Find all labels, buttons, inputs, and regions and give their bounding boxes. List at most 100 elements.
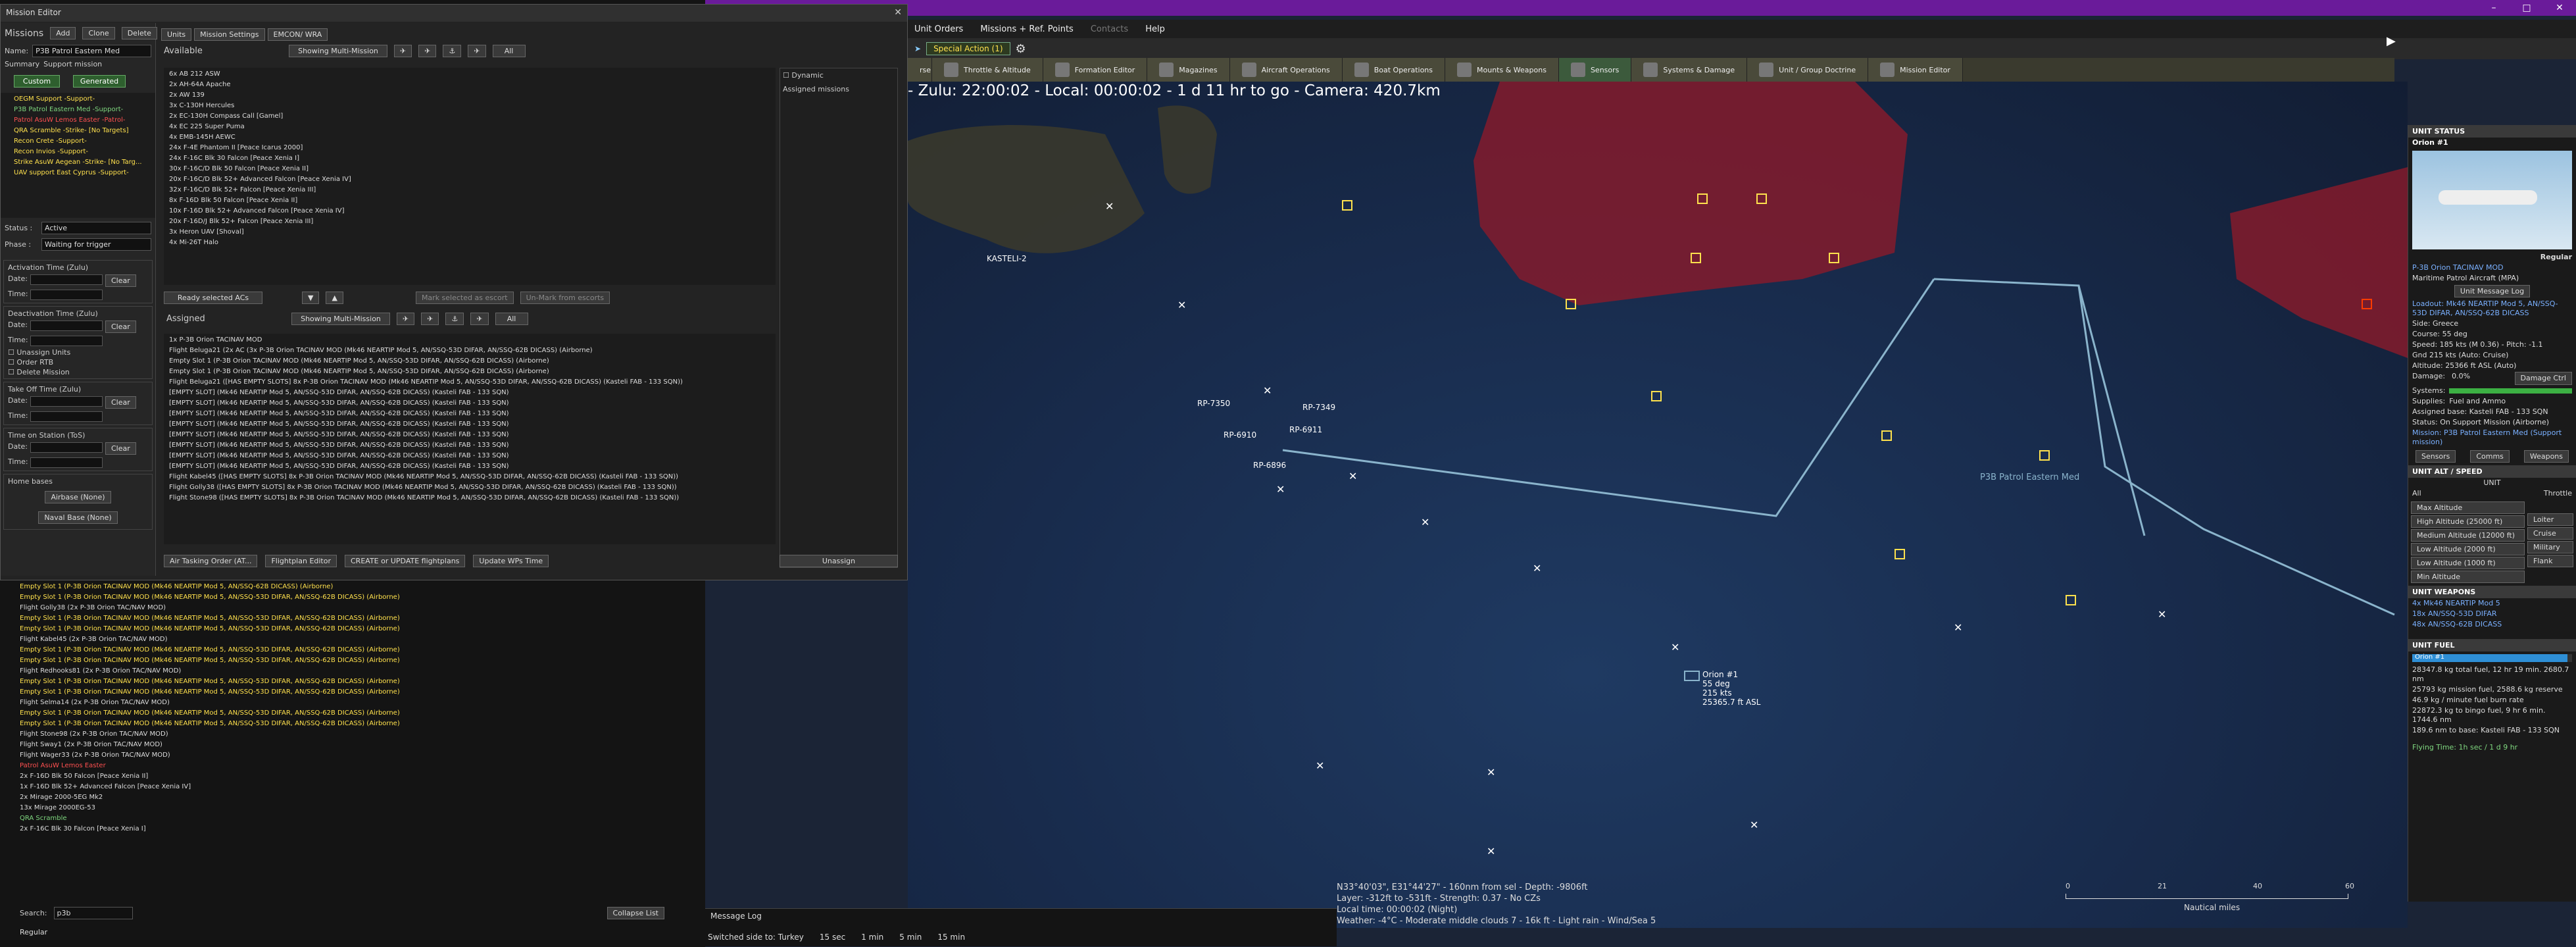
tab-magazines[interactable]: Magazines bbox=[1147, 58, 1230, 82]
mission-list-item[interactable]: Patrol AsuW Lemos Easter -Patrol- bbox=[14, 115, 142, 126]
orbat-row[interactable]: Flight Wager33 (2x P-3B Orion TAC/NAV MO… bbox=[20, 750, 671, 761]
orbat-row[interactable]: Empty Slot 1 (P-3B Orion TACINAV MOD (Mk… bbox=[20, 624, 671, 634]
available-unit-row[interactable]: 2x AH-64A Apache bbox=[169, 80, 770, 90]
assigned-unit-row[interactable]: [EMPTY SLOT] (Mk46 NEARTIP Mod 5, AN/SSQ… bbox=[169, 409, 770, 419]
speed-loiter-button[interactable]: Loiter bbox=[2527, 513, 2573, 526]
assigned-unit-row[interactable]: Empty Slot 1 (P-3B Orion TACINAV MOD (Mk… bbox=[169, 367, 770, 377]
assigned-unit-row[interactable]: [EMPTY SLOT] (Mk46 NEARTIP Mod 5, AN/SSQ… bbox=[169, 419, 770, 430]
showing-filter-button[interactable]: Showing Multi-Mission bbox=[289, 45, 387, 57]
delete-mission-button[interactable]: Delete bbox=[121, 27, 157, 39]
friendly-aircraft-icon[interactable] bbox=[1342, 200, 1352, 211]
all-filter-button[interactable]: All bbox=[495, 313, 528, 325]
time-step-1m[interactable]: 1 min bbox=[861, 933, 883, 942]
unassign-units-checkbox[interactable]: ☐ Unassign Units bbox=[5, 347, 151, 357]
sensors-button[interactable]: Sensors bbox=[2415, 450, 2456, 463]
menu-item[interactable]: Contacts bbox=[1091, 24, 1128, 34]
delete-mission-checkbox[interactable]: ☐ Delete Mission bbox=[5, 367, 151, 377]
takeoff-date-input[interactable] bbox=[30, 396, 103, 407]
tab-formation[interactable]: Formation Editor bbox=[1043, 58, 1148, 82]
activation-time-input[interactable] bbox=[30, 290, 103, 300]
mission-name-input[interactable]: P3B Patrol Eastern Med bbox=[32, 45, 151, 57]
helo-filter-icon[interactable]: ✈ bbox=[468, 45, 486, 57]
rp-label[interactable]: RP-6911 bbox=[1289, 425, 1322, 434]
all-toggle[interactable]: All bbox=[2412, 489, 2421, 498]
naval-base-button[interactable]: Naval Base (None) bbox=[38, 511, 118, 524]
orbat-row[interactable]: 2x F-16D Blk 50 Falcon [Peace Xenia II] bbox=[20, 771, 671, 782]
orbat-row[interactable]: 2x F-16C Blk 30 Falcon [Peace Xenia I] bbox=[20, 824, 671, 834]
takeoff-time-input[interactable] bbox=[30, 411, 103, 422]
orbat-row[interactable]: Empty Slot 1 (P-3B Orion TACINAV MOD (Mk… bbox=[20, 655, 671, 666]
available-unit-row[interactable]: 4x EMB-145H AEWC bbox=[169, 132, 770, 143]
alt-min-button[interactable]: Min Altitude bbox=[2411, 571, 2525, 583]
ship-filter-icon[interactable]: ⚓ bbox=[445, 313, 464, 325]
available-unit-row[interactable]: 30x F-16C/D Blk 50 Falcon [Peace Xenia I… bbox=[169, 164, 770, 174]
orbat-row[interactable]: Flight Golly38 (2x P-3B Orion TAC/NAV MO… bbox=[20, 603, 671, 613]
friendly-aircraft-icon[interactable] bbox=[1829, 253, 1839, 263]
assigned-unit-row[interactable]: [EMPTY SLOT] (Mk46 NEARTIP Mod 5, AN/SSQ… bbox=[169, 461, 770, 472]
orbat-row[interactable]: 2x Mirage 2000-5EG Mk2 bbox=[20, 792, 671, 803]
activation-date-input[interactable] bbox=[30, 274, 103, 285]
close-icon[interactable]: ✕ bbox=[894, 7, 902, 18]
all-filter-button[interactable]: All bbox=[492, 45, 526, 57]
assigned-unit-row[interactable]: Flight Beluga21 ([HAS EMPTY SLOTS] 8x P-… bbox=[169, 377, 770, 388]
throttle-toggle[interactable]: Throttle bbox=[2544, 489, 2572, 498]
comms-button[interactable]: Comms bbox=[2470, 450, 2510, 463]
friendly-aircraft-icon[interactable] bbox=[2066, 595, 2076, 605]
menu-item[interactable]: Missions + Ref. Points bbox=[980, 24, 1074, 34]
clear-button[interactable]: Clear bbox=[105, 320, 136, 333]
assigned-unit-row[interactable]: Flight Golly38 ([HAS EMPTY SLOTS] 8x P-3… bbox=[169, 482, 770, 493]
aircraft-filter-icon[interactable]: ✈ bbox=[397, 313, 415, 325]
rp-label[interactable]: RP-7350 bbox=[1197, 399, 1230, 408]
mission-list-item[interactable]: UAV support East Cyprus -Support- bbox=[14, 168, 142, 178]
rp-label[interactable]: RP-6910 bbox=[1224, 430, 1256, 440]
helo-filter-icon[interactable]: ✈ bbox=[470, 313, 489, 325]
gear-icon[interactable]: ⚙ bbox=[1016, 42, 1026, 56]
update-wps-button[interactable]: Update WPs Time bbox=[473, 555, 549, 567]
available-unit-row[interactable]: 32x F-16C/D Blk 52+ Falcon [Peace Xenia … bbox=[169, 185, 770, 195]
orbat-row[interactable]: Empty Slot 1 (P-3B Orion TACINAV MOD (Mk… bbox=[20, 613, 671, 624]
friendly-aircraft-icon[interactable] bbox=[1691, 253, 1701, 263]
orbat-row[interactable]: Empty Slot 1 (P-3B Orion TACINAV MOD (Mk… bbox=[20, 582, 671, 592]
orbat-row[interactable]: QRA Scramble bbox=[20, 813, 671, 824]
clear-button[interactable]: Clear bbox=[105, 442, 136, 455]
flightplan-editor-button[interactable]: Flightplan Editor bbox=[265, 555, 337, 567]
available-unit-row[interactable]: 6x AB 212 ASW bbox=[169, 69, 770, 80]
tab-boat[interactable]: Boat Operations bbox=[1342, 58, 1446, 82]
orbat-row[interactable]: Flight Sway1 (2x P-3B Orion TAC/NAV MOD) bbox=[20, 740, 671, 750]
mission-list-item[interactable]: Recon Crete -Support- bbox=[14, 136, 142, 147]
orbat-row[interactable]: 13x Mirage 2000EG-53 bbox=[20, 803, 671, 813]
reference-point-icon[interactable]: ✕ bbox=[1316, 759, 1324, 772]
minimize-icon[interactable]: – bbox=[2477, 0, 2510, 16]
close-icon[interactable]: ✕ bbox=[2543, 0, 2576, 16]
aircraft-filter-icon[interactable]: ✈ bbox=[421, 313, 439, 325]
weapon-item[interactable]: 48x AN/SSQ-62B DICASS bbox=[2408, 619, 2576, 630]
orbat-row[interactable]: 1x F-16D Blk 52+ Advanced Falcon [Peace … bbox=[20, 782, 671, 792]
airbase-button[interactable]: Airbase (None) bbox=[45, 491, 111, 503]
unit-mission[interactable]: Mission: P3B Patrol Eastern Med (Support… bbox=[2408, 428, 2576, 448]
reference-point-icon[interactable]: ✕ bbox=[1533, 562, 1541, 575]
mission-list-item[interactable]: P3B Patrol Eastern Med -Support- bbox=[14, 105, 142, 115]
tos-time-input[interactable] bbox=[30, 457, 103, 468]
reference-point-icon[interactable]: ✕ bbox=[1421, 516, 1429, 528]
reference-point-icon[interactable]: ✕ bbox=[1276, 483, 1285, 496]
summary-value[interactable]: Support mission bbox=[43, 60, 102, 68]
mission-list-item[interactable]: Recon Invios -Support- bbox=[14, 147, 142, 157]
speed-flank-button[interactable]: Flank bbox=[2527, 555, 2573, 567]
damage-ctrl-button[interactable]: Damage Ctrl bbox=[2514, 372, 2572, 385]
orbat-row[interactable]: Patrol AsuW Lemos Easter bbox=[20, 761, 671, 771]
available-unit-row[interactable]: 4x EC 225 Super Puma bbox=[169, 122, 770, 132]
status-select[interactable]: Active bbox=[41, 222, 151, 234]
weapons-button[interactable]: Weapons bbox=[2523, 450, 2569, 463]
phase-select[interactable]: Waiting for trigger bbox=[41, 238, 151, 251]
orbat-row[interactable]: Flight Kabel45 (2x P-3B Orion TAC/NAV MO… bbox=[20, 634, 671, 645]
orbat-row[interactable]: Flight Selma14 (2x P-3B Orion TAC/NAV MO… bbox=[20, 698, 671, 708]
assigned-unit-row[interactable]: Flight Stone98 ([HAS EMPTY SLOTS] 8x P-3… bbox=[169, 493, 770, 503]
assigned-unit-row[interactable]: Flight Beluga21 (2x AC (3x P-3B Orion TA… bbox=[169, 346, 770, 356]
unmark-escort-button[interactable]: Un-Mark from escorts bbox=[520, 292, 610, 304]
reference-point-icon[interactable]: ✕ bbox=[2158, 608, 2166, 621]
tab-units[interactable]: Units bbox=[161, 28, 192, 41]
ship-filter-icon[interactable]: ⚓ bbox=[443, 45, 462, 57]
assigned-unit-row[interactable]: 1x P-3B Orion TACINAV MOD bbox=[169, 335, 770, 346]
orbat-row[interactable]: Empty Slot 1 (P-3B Orion TACINAV MOD (Mk… bbox=[20, 719, 671, 729]
reference-point-icon[interactable]: ✕ bbox=[1671, 641, 1679, 653]
